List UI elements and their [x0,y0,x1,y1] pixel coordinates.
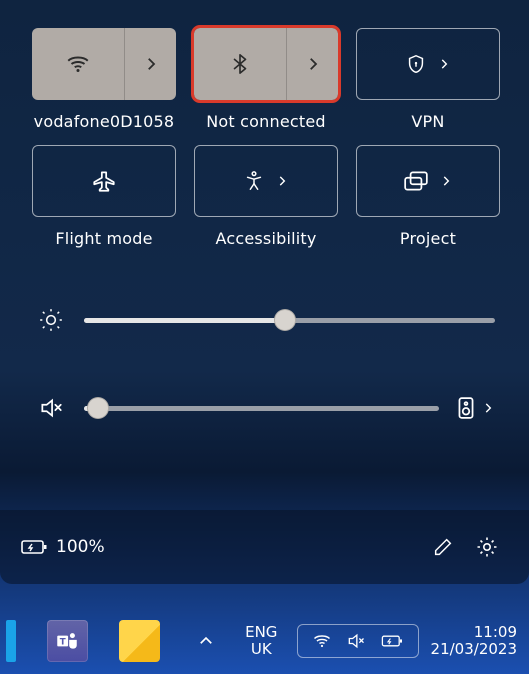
battery-text: 100% [56,537,105,557]
battery-status[interactable]: 100% [20,537,105,557]
shield-icon [405,52,427,76]
taskbar-app-sticky-notes[interactable] [119,620,160,662]
brightness-slider[interactable] [84,318,495,323]
wifi-toggle[interactable] [32,28,124,100]
accessibility-tile[interactable] [194,145,338,217]
bluetooth-expand[interactable] [286,28,338,100]
project-icon [403,170,429,192]
taskbar-system-tray[interactable] [297,624,419,658]
taskbar-clock[interactable]: 11:09 21/03/2023 [431,624,523,659]
battery-icon [20,537,48,557]
svg-text:T: T [60,637,66,647]
clock-date: 21/03/2023 [431,641,517,658]
audio-output-button[interactable] [457,386,475,430]
vpn-toggle[interactable] [357,29,499,99]
chevron-right-icon [304,55,322,73]
bluetooth-label: Not connected [206,112,326,131]
taskbar-language[interactable]: ENG UK [238,624,285,659]
wifi-icon [65,51,91,77]
vpn-label: VPN [411,112,444,131]
bluetooth-tile[interactable] [194,28,338,100]
chevron-right-icon [439,174,453,188]
wifi-tile[interactable] [32,28,176,100]
edit-quick-settings-button[interactable] [421,525,465,569]
teams-icon: T [54,628,80,654]
chevron-right-icon [142,55,160,73]
clock-time: 11:09 [431,624,517,641]
chevron-right-icon [437,57,451,71]
brightness-thumb[interactable] [274,309,296,331]
wifi-icon [312,631,332,651]
wifi-label: vodafone0D1058 [34,112,175,131]
volume-slider[interactable] [84,406,439,411]
taskbar-overflow-button[interactable] [197,632,232,650]
speaker-muted-icon [38,395,64,421]
airplane-icon [91,168,117,194]
accessibility-label: Accessibility [215,229,316,248]
flight-mode-label: Flight mode [55,229,152,248]
taskbar-app-edge[interactable] [6,620,16,662]
vpn-tile[interactable] [356,28,500,100]
speaker-device-icon [457,396,475,420]
taskbar: T ENG UK 11:09 21/03/2023 [0,608,529,674]
speaker-muted-icon [346,631,366,651]
bluetooth-toggle[interactable] [194,28,286,100]
gear-icon [475,535,499,559]
taskbar-app-teams[interactable]: T [47,620,88,662]
battery-icon [380,633,404,649]
lang-top: ENG [238,624,285,641]
accessibility-icon [243,169,265,193]
wifi-expand[interactable] [124,28,176,100]
bluetooth-icon [229,51,251,77]
flight-mode-tile[interactable] [32,145,176,217]
volume-thumb[interactable] [87,397,109,419]
pencil-icon [432,536,454,558]
lang-bottom: UK [238,641,285,658]
chevron-up-icon [197,632,215,650]
brightness-icon [38,307,64,333]
project-tile[interactable] [356,145,500,217]
chevron-right-icon [275,174,289,188]
chevron-right-icon [481,401,495,415]
settings-button[interactable] [465,525,509,569]
project-label: Project [400,229,456,248]
